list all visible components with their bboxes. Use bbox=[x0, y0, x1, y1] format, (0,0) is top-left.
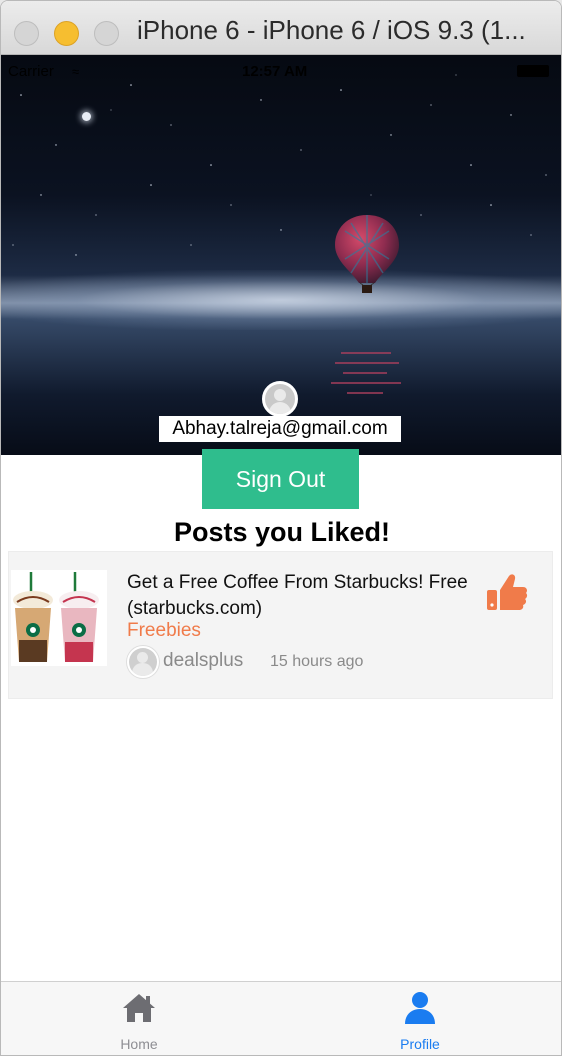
close-window-button[interactable] bbox=[14, 21, 39, 46]
zoom-window-button[interactable] bbox=[94, 21, 119, 46]
post-thumbnail bbox=[11, 570, 107, 666]
sign-out-button[interactable]: Sign Out bbox=[202, 449, 359, 509]
battery-icon bbox=[517, 65, 549, 77]
tab-profile-label: Profile bbox=[400, 1036, 440, 1052]
tab-profile[interactable]: Profile bbox=[350, 982, 490, 1055]
minimize-window-button[interactable] bbox=[54, 21, 79, 46]
window-title: iPhone 6 - iPhone 6 / iOS 9.3 (1... bbox=[137, 15, 526, 45]
author-avatar bbox=[127, 646, 159, 678]
post-title[interactable]: Get a Free Coffee From Starbucks! Free (… bbox=[127, 570, 477, 622]
liked-posts-heading: Posts you Liked! bbox=[173, 517, 391, 547]
hot-air-balloon-image bbox=[335, 215, 399, 293]
thumbs-up-icon bbox=[487, 574, 528, 610]
profile-avatar bbox=[262, 381, 298, 417]
tab-home-label: Home bbox=[120, 1036, 158, 1052]
clock: 12:57 AM bbox=[242, 63, 308, 80]
status-bar: Carrier ≈ 12:57 AM bbox=[1, 55, 561, 85]
like-button[interactable] bbox=[485, 570, 529, 614]
carrier-label: Carrier bbox=[8, 63, 54, 80]
liked-post-card[interactable]: Get a Free Coffee From Starbucks! Free (… bbox=[8, 551, 553, 699]
moon bbox=[82, 112, 91, 121]
post-timestamp: 15 hours ago bbox=[270, 653, 364, 670]
tab-home[interactable]: Home bbox=[69, 982, 209, 1055]
window-titlebar: iPhone 6 - iPhone 6 / iOS 9.3 (1... bbox=[1, 1, 561, 55]
horizon-glow bbox=[1, 270, 561, 330]
profile-header-background: Carrier ≈ 12:57 AM Abhay.talreja@gmail.c… bbox=[1, 55, 561, 455]
author-name: dealsplus bbox=[163, 650, 244, 671]
home-icon bbox=[123, 994, 155, 1022]
water-reflection bbox=[331, 352, 401, 394]
user-email: Abhay.talreja@gmail.com bbox=[159, 416, 401, 442]
phone-screen: Carrier ≈ 12:57 AM Abhay.talreja@gmail.c… bbox=[1, 55, 561, 1055]
post-category[interactable]: Freebies bbox=[127, 620, 201, 642]
tab-bar: Home Profile bbox=[1, 981, 561, 1055]
simulator-window: iPhone 6 - iPhone 6 / iOS 9.3 (1... Carr… bbox=[0, 0, 562, 1056]
wifi-icon: ≈ bbox=[72, 64, 80, 79]
person-icon bbox=[405, 992, 435, 1024]
